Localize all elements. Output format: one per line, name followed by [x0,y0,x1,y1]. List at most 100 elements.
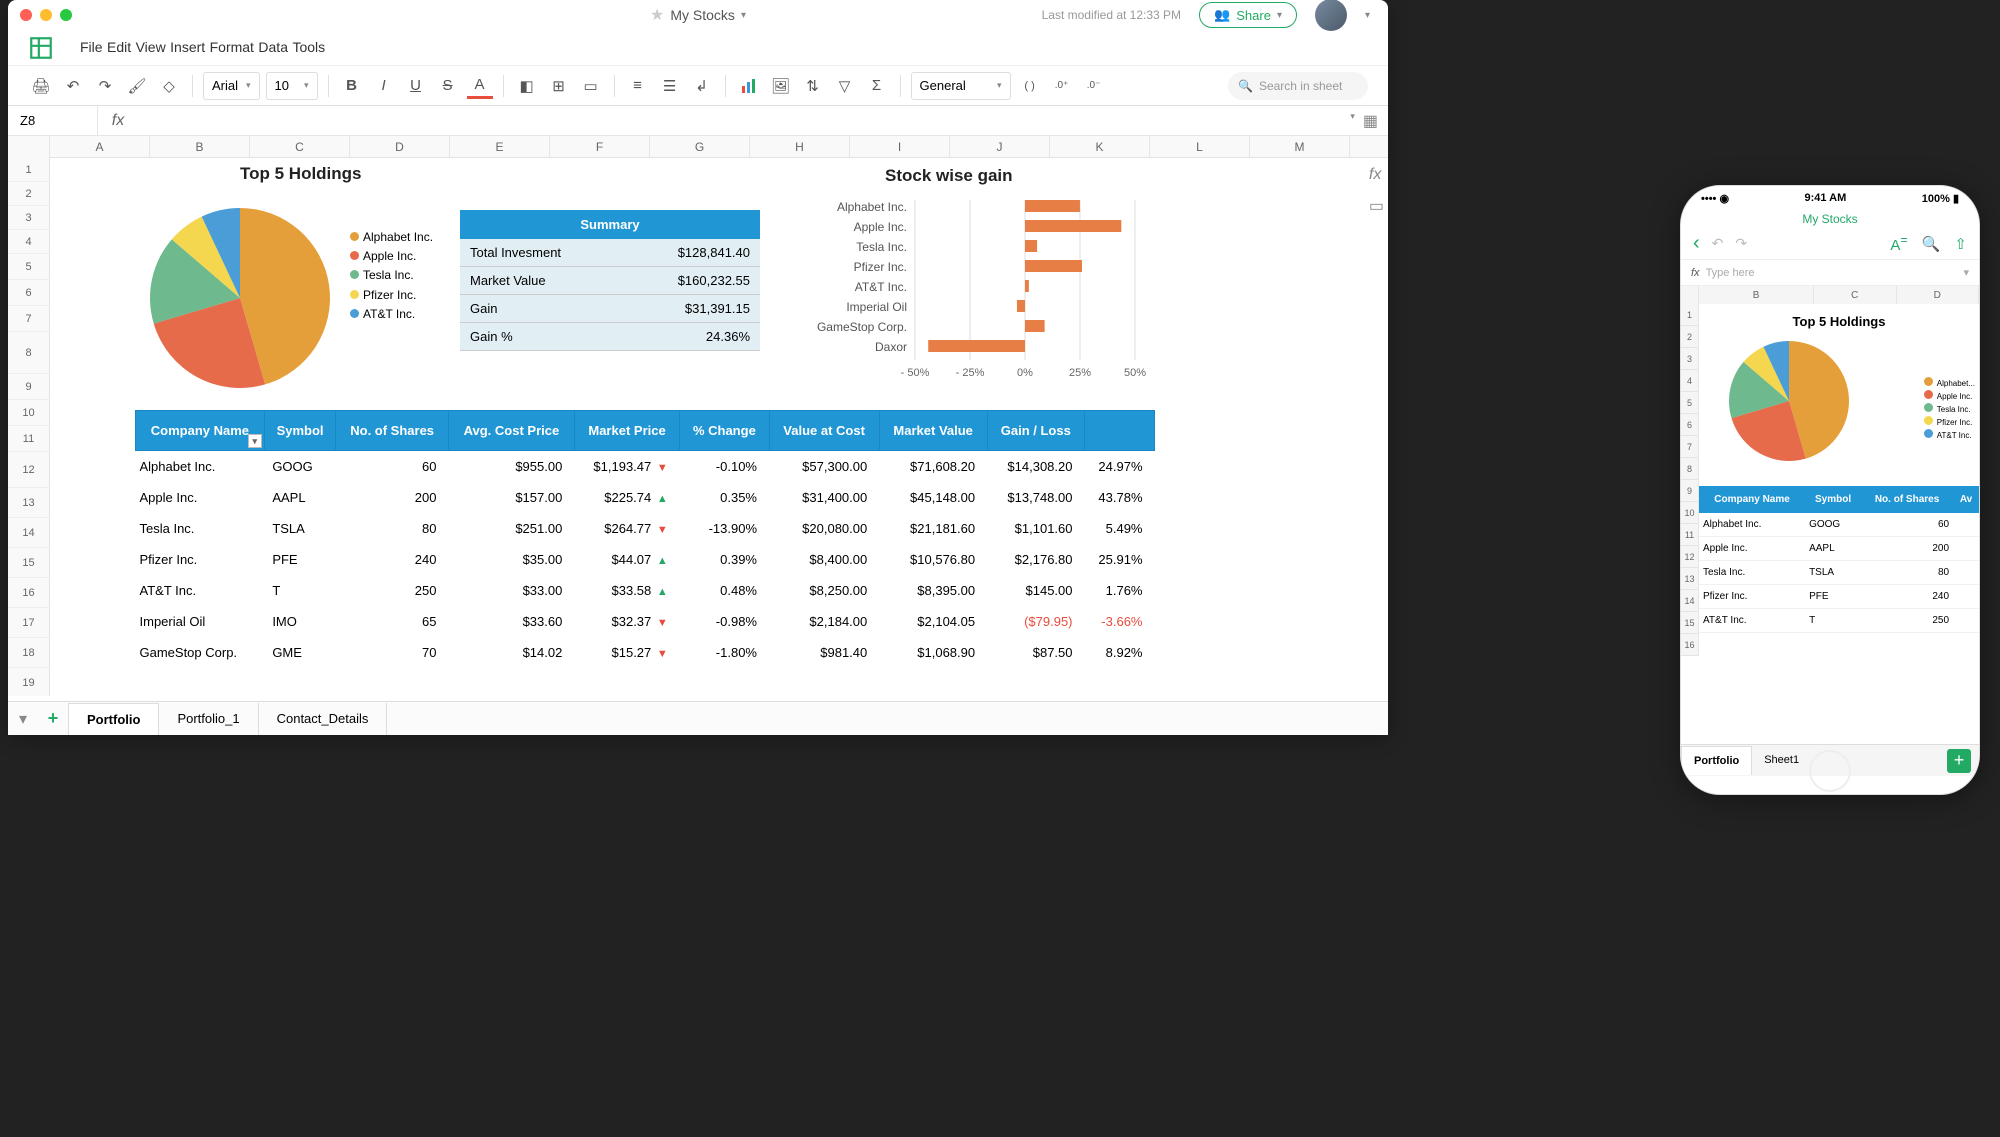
remove-decimal-icon[interactable]: .0⁻ [1081,73,1107,99]
sheet-content[interactable]: Top 5 Holdings Stock wise gain Alphabet … [50,158,1388,696]
column-header[interactable]: H [750,136,850,157]
row-header[interactable]: 7 [8,306,50,332]
app-icon[interactable] [28,33,58,63]
table-header[interactable]: Symbol [264,411,336,451]
sheet-tab[interactable]: Contact_Details [259,703,388,735]
column-header[interactable]: M [1250,136,1350,157]
font-color-icon[interactable]: A [467,73,493,99]
halign-icon[interactable]: ≡ [625,73,651,99]
table-row[interactable]: Apple Inc.AAPL200$157.00$225.74 ▲0.35%$3… [136,482,1155,513]
parentheses-icon[interactable]: ( ) [1017,73,1043,99]
user-avatar[interactable] [1315,0,1347,31]
row-header[interactable]: 10 [8,400,50,426]
column-header[interactable]: A [50,136,150,157]
share-button[interactable]: 👥 Share ▾ [1199,2,1297,28]
sheet-tab[interactable]: Portfolio [69,703,159,735]
font-size-select[interactable]: 10▾ [266,72,318,100]
table-header[interactable]: Value at Cost [769,411,879,451]
column-header[interactable]: F [550,136,650,157]
table-header[interactable]: Market Price [574,411,679,451]
search-input[interactable]: 🔍Search in sheet [1228,72,1368,100]
font-select[interactable]: Arial▾ [203,72,260,100]
table-row[interactable]: AT&T Inc.T250$33.00$33.58 ▲0.48%$8,250.0… [136,575,1155,606]
row-header[interactable]: 6 [8,280,50,306]
row-header[interactable]: 12 [8,452,50,488]
table-header[interactable] [1085,411,1155,451]
number-format-select[interactable]: General▾ [911,72,1011,100]
back-icon[interactable]: ‹ [1693,232,1700,255]
menu-item[interactable]: View [136,39,166,55]
table-header[interactable]: Market Value [879,411,987,451]
column-header[interactable]: J [950,136,1050,157]
phone-add-sheet-button[interactable]: + [1947,749,1971,773]
fill-color-icon[interactable]: ◧ [514,73,540,99]
sheet-tab[interactable]: Portfolio_1 [159,703,258,735]
format-painter-icon[interactable]: 🖌 [124,73,150,99]
expand-formula-icon[interactable]: ▾ [1350,111,1355,131]
table-row[interactable]: Tesla Inc.TSLA80$251.00$264.77 ▼-13.90%$… [136,513,1155,544]
undo-icon[interactable]: ↶ [1712,235,1724,252]
document-title[interactable]: ★ My Stocks ▾ [650,5,746,25]
merge-icon[interactable]: ▭ [578,73,604,99]
row-header[interactable]: 13 [8,488,50,518]
column-header[interactable]: E [450,136,550,157]
menu-item[interactable]: Data [258,39,288,55]
column-header[interactable]: L [1150,136,1250,157]
row-header[interactable]: 19 [8,668,50,696]
italic-icon[interactable]: I [371,73,397,99]
tab-scroll-icon[interactable]: ▾ [8,709,38,729]
column-header[interactable]: I [850,136,950,157]
column-header[interactable]: K [1050,136,1150,157]
share-icon[interactable]: ⇧ [1954,235,1967,253]
row-header[interactable]: 17 [8,608,50,638]
stockgain-bar-chart[interactable]: - 50%- 25%0%25%50%Alphabet Inc.Apple Inc… [785,188,1165,388]
holdings-pie-chart[interactable] [150,208,330,388]
row-header[interactable]: 11 [8,426,50,452]
chart-icon[interactable] [736,73,762,99]
phone-sheet-tab[interactable]: Portfolio [1681,746,1752,775]
menu-item[interactable]: Edit [107,39,131,55]
menu-item[interactable]: Insert [170,39,205,55]
column-header[interactable]: C [250,136,350,157]
table-row[interactable]: GameStop Corp.GME70$14.02$15.27 ▼-1.80%$… [136,637,1155,668]
row-header[interactable]: 15 [8,548,50,578]
menu-item[interactable]: File [80,39,103,55]
table-row[interactable]: Imperial OilIMO65$33.60$32.37 ▼-0.98%$2,… [136,606,1155,637]
row-header[interactable]: 2 [8,182,50,206]
table-header[interactable]: Company Name▾ [136,411,265,451]
row-header[interactable]: 14 [8,518,50,548]
add-decimal-icon[interactable]: .0⁺ [1049,73,1075,99]
fx-icon[interactable]: fx [98,112,138,130]
row-header[interactable]: 9 [8,374,50,400]
filter-icon[interactable]: ▽ [832,73,858,99]
table-header[interactable]: % Change [680,411,769,451]
row-header[interactable]: 16 [8,578,50,608]
row-header[interactable]: 8 [8,332,50,374]
search-icon[interactable]: 🔍 [1922,235,1941,253]
table-header[interactable]: Avg. Cost Price [448,411,574,451]
phone-sheet-tab[interactable]: Sheet1 [1752,746,1811,775]
formula-input[interactable] [138,106,1340,135]
bold-icon[interactable]: B [339,73,365,99]
table-row[interactable]: Pfizer Inc.PFE240$35.00$44.07 ▲0.39%$8,4… [136,544,1155,575]
home-button[interactable] [1809,750,1851,792]
favorite-icon[interactable]: ★ [650,5,664,25]
table-row[interactable]: Alphabet Inc.GOOG60$955.00$1,193.47 ▼-0.… [136,451,1155,483]
table-header[interactable]: No. of Shares [336,411,449,451]
strikethrough-icon[interactable]: S [435,73,461,99]
phone-grid[interactable]: 12345678910111213141516 Top 5 Holdings A… [1681,304,1979,633]
column-header[interactable]: D [350,136,450,157]
traffic-lights[interactable] [20,9,72,21]
row-header[interactable]: 4 [8,230,50,254]
borders-icon[interactable]: ⊞ [546,73,572,99]
sidebar-toggle-icon[interactable]: ▦ [1363,111,1378,131]
column-header[interactable]: G [650,136,750,157]
print-icon[interactable]: 🖨 [28,73,54,99]
valign-icon[interactable]: ☰ [657,73,683,99]
row-header[interactable]: 3 [8,206,50,230]
undo-icon[interactable]: ↶ [60,73,86,99]
row-header[interactable]: 5 [8,254,50,280]
table-header[interactable]: Gain / Loss [987,411,1084,451]
add-sheet-button[interactable]: + [38,708,68,729]
wrap-icon[interactable]: ↲ [689,73,715,99]
